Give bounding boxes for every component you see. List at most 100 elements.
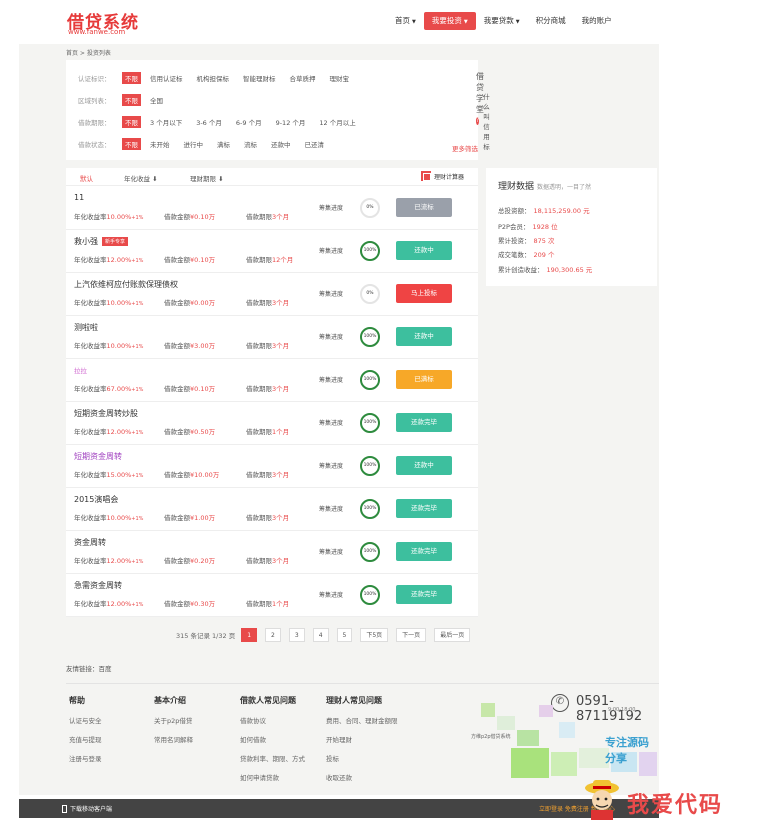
loan-title[interactable]: 短期资金周转炒股 (74, 408, 138, 419)
friend-links[interactable]: 友情链接：百度 (66, 663, 112, 673)
loan-action-button[interactable]: 还款中 (396, 456, 452, 475)
loan-title[interactable]: 2015演唱会 (74, 494, 118, 505)
footer-link[interactable]: 收取还款 (326, 772, 398, 782)
filter-option[interactable]: 3-6 个月 (196, 117, 222, 127)
page-button[interactable]: 4 (312, 628, 329, 642)
loan-row[interactable]: 资金周转 年化收益率12.00%+1% 借款金额¥0.20万 借款期限3个月 筹集进度 1… (66, 531, 478, 574)
nav-home[interactable]: 首页 ▼ (387, 12, 424, 30)
loan-action-button[interactable]: 还款完毕 (396, 585, 452, 604)
footer-link[interactable]: 注册与登录 (69, 753, 102, 763)
filter-option[interactable]: 6-9 个月 (236, 117, 262, 127)
nav-points-mall[interactable]: 积分商城 (528, 12, 574, 30)
loan-term: 借款期限3个月 (246, 213, 290, 221)
filter-option[interactable]: 不限 (122, 72, 141, 84)
filter-option[interactable]: 进行中 (184, 139, 204, 149)
sort-term[interactable]: 理财期限 ⬇ (190, 173, 224, 183)
progress-label: 筹集进度 (319, 592, 344, 599)
nav-my-account[interactable]: 我的账户 (574, 12, 620, 30)
loan-title[interactable]: 短期资金周转 (74, 451, 122, 462)
loan-title[interactable]: 拉拉 (74, 365, 87, 375)
progress-label: 筹集进度 (319, 205, 344, 212)
stat-members: P2P会员： 1928 位 (498, 223, 558, 231)
loan-row[interactable]: 2015演唱会 年化收益率10.00%+1% 借款金额¥1.00万 借款期限3个月 筹集… (66, 488, 478, 531)
sort-rate[interactable]: 年化收益 ⬇ (124, 173, 158, 183)
nav-loan[interactable]: 我要贷款 ▼ (476, 12, 528, 30)
loan-title[interactable]: 上汽依维柯应付账款保理债权 (74, 279, 178, 290)
loan-row[interactable]: 短期资金周转炒股 年化收益率12.00%+1% 借款金额¥0.50万 借款期限1个月 筹… (66, 402, 478, 445)
download-app-link[interactable]: 下载移动客户端 (62, 804, 112, 813)
filter-option[interactable]: 未开始 (150, 139, 170, 149)
pagination: 315 条记录 1/32 页 1 2 3 4 5 下5页 下一页 最后一页 (176, 628, 471, 642)
loan-action-button[interactable]: 还款中 (396, 241, 452, 260)
page-button[interactable]: 1 (241, 628, 258, 642)
progress-ring: 100% (360, 585, 380, 605)
breadcrumb[interactable]: 首页 > 投资列表 (66, 48, 111, 57)
loan-row[interactable]: 11 年化收益率10.00%+1% 借款金额¥0.10万 借款期限3个月 筹集进度 0% 已… (66, 187, 478, 230)
loan-row[interactable]: 短期资金周转 年化收益率15.00%+1% 借款金额¥10.00万 借款期限3个月 筹集… (66, 445, 478, 488)
nav-invest[interactable]: 我要投资 ▼ (423, 12, 476, 30)
loan-action-button[interactable]: 还款完毕 (396, 542, 452, 561)
filter-option[interactable]: 还款中 (271, 139, 291, 149)
loan-title[interactable]: 测啦啦 (74, 322, 98, 333)
filter-option[interactable]: 不限 (122, 138, 141, 150)
calculator-icon (420, 171, 431, 181)
next-5-button[interactable]: 下5页 (360, 628, 389, 642)
filter-option[interactable]: 9-12 个月 (276, 117, 306, 127)
loan-action-button[interactable]: 已满标 (396, 370, 452, 389)
filter-option[interactable]: 12 个月以上 (319, 117, 355, 127)
loan-title[interactable]: 资金周转 (74, 537, 106, 548)
filter-option[interactable]: 理财宝 (330, 73, 350, 83)
footer-link[interactable]: 贷款利率、期限、方式 (240, 753, 305, 763)
filter-option[interactable]: 机构担保标 (197, 73, 230, 83)
loan-row[interactable]: 测啦啦 年化收益率10.00%+1% 借款金额¥3.00万 借款期限3个月 筹集进度 10… (66, 316, 478, 359)
stat-deals: 成交笔数： 209 个 (498, 251, 555, 259)
loan-rate: 年化收益率15.00%+1% (74, 471, 144, 479)
loan-row[interactable]: 拉拉 年化收益率67.00%+1% 借款金额¥0.10万 借款期限3个月 筹集进度 100… (66, 359, 478, 402)
stat-earnings: 累计创造收益： 190,300.65 元 (498, 266, 593, 274)
loan-action-button[interactable]: 已流标 (396, 198, 452, 217)
filter-option[interactable]: 已还清 (305, 139, 325, 149)
loan-rate: 年化收益率12.00%+1% (74, 557, 144, 565)
loan-title[interactable]: 救小强 新手专享 (74, 236, 129, 247)
loan-row[interactable]: 急需资金周转 年化收益率12.00%+1% 借款金额¥0.30万 借款期限1个月 筹集进… (66, 574, 478, 617)
filter-option[interactable]: 3 个月以下 (150, 117, 182, 127)
footer-link[interactable]: 认证与安全 (69, 715, 102, 725)
footer-link[interactable]: 投标 (326, 753, 398, 763)
footer-link[interactable]: 借款协议 (240, 715, 305, 725)
filter-option[interactable]: 合草质押 (290, 73, 316, 83)
filter-option[interactable]: 不限 (122, 116, 141, 128)
page: 借贷系统 www.fanwe.com 首页 ▼ 我要投资 ▼ 我要贷款 ▼ 积分商城 … (19, 0, 659, 795)
filter-option[interactable]: 智能理财标 (243, 73, 276, 83)
loan-action-button[interactable]: 还款完毕 (396, 499, 452, 518)
sort-default[interactable]: 默认 (80, 173, 93, 183)
footer-link[interactable]: 开始理财 (326, 734, 398, 744)
mosaic-block (517, 730, 539, 746)
footer-link[interactable]: 如何申请贷款 (240, 772, 305, 782)
loan-action-button[interactable]: 还款中 (396, 327, 452, 346)
footer-link[interactable]: 充值与提现 (69, 734, 102, 744)
loan-action-button[interactable]: 还款完毕 (396, 413, 452, 432)
calculator-button[interactable]: 理财计算器 (420, 171, 464, 181)
last-page-button[interactable]: 最后一页 (434, 628, 471, 642)
footer-link[interactable]: 关于p2p借贷 (154, 715, 193, 725)
progress-ring: 100% (360, 499, 380, 519)
footer-link[interactable]: 常用名词解释 (154, 734, 193, 744)
loan-action-button[interactable]: 马上投标 (396, 284, 452, 303)
page-button[interactable]: 2 (265, 628, 281, 642)
more-filter-link[interactable]: 更多筛选 (452, 143, 478, 153)
loan-title[interactable]: 11 (74, 193, 84, 202)
filter-option[interactable]: 不限 (122, 94, 141, 106)
loan-row[interactable]: 上汽依维柯应付账款保理债权 年化收益率10.00%+1% 借款金额¥0.00万 借款期… (66, 273, 478, 316)
next-page-button[interactable]: 下一页 (396, 628, 427, 642)
loan-row[interactable]: 救小强 新手专享 年化收益率12.00%+1% 借款金额¥0.10万 借款期限12个月 筹… (66, 230, 478, 273)
page-button[interactable]: 5 (336, 628, 353, 642)
filter-option[interactable]: 信用认证标 (150, 73, 183, 83)
filter-option[interactable]: 流标 (244, 139, 257, 149)
loan-title[interactable]: 急需资金周转 (74, 580, 122, 591)
filter-option[interactable]: 全国 (150, 95, 163, 105)
filter-option[interactable]: 满标 (217, 139, 230, 149)
school-question[interactable]: ? 什么叫信用标 (476, 91, 495, 151)
footer-link[interactable]: 费用、合同、理财金额限 (326, 715, 398, 725)
footer-link[interactable]: 如何借款 (240, 734, 305, 744)
page-button[interactable]: 3 (288, 628, 305, 642)
